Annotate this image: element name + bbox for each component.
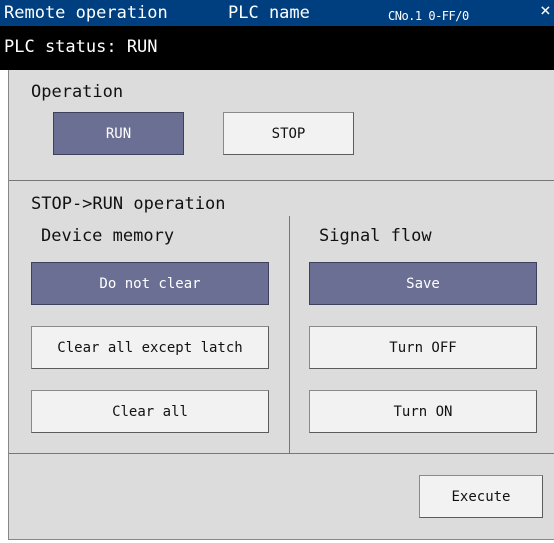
turn-on-button[interactable]: Turn ON bbox=[309, 390, 537, 433]
window-title: Remote operation bbox=[4, 3, 168, 23]
close-icon[interactable]: × bbox=[540, 1, 551, 21]
plc-name-label: PLC name bbox=[228, 3, 310, 23]
do-not-clear-button[interactable]: Do not clear bbox=[31, 262, 269, 305]
stop-button[interactable]: STOP bbox=[223, 112, 354, 155]
connection-info: CNo.1 0-FF/0 bbox=[388, 9, 469, 23]
operation-label: Operation bbox=[31, 82, 124, 102]
title-bar: Remote operation PLC name CNo.1 0-FF/0 × bbox=[0, 0, 554, 26]
plc-status-text: PLC status: RUN bbox=[4, 37, 158, 57]
status-bar: PLC status: RUN bbox=[0, 26, 554, 70]
column-divider bbox=[289, 216, 290, 454]
footer-divider bbox=[9, 453, 554, 454]
run-button[interactable]: RUN bbox=[53, 112, 184, 155]
turn-off-button[interactable]: Turn OFF bbox=[309, 326, 537, 369]
main-panel: Operation RUN STOP STOP->RUN operation D… bbox=[8, 70, 554, 540]
section-divider bbox=[9, 180, 554, 181]
stop-run-operation-label: STOP->RUN operation bbox=[31, 194, 226, 214]
clear-all-button[interactable]: Clear all bbox=[31, 390, 269, 433]
execute-button[interactable]: Execute bbox=[419, 475, 543, 518]
clear-all-except-latch-button[interactable]: Clear all except latch bbox=[31, 326, 269, 369]
device-memory-label: Device memory bbox=[41, 226, 175, 246]
save-button[interactable]: Save bbox=[309, 262, 537, 305]
signal-flow-label: Signal flow bbox=[319, 226, 432, 246]
